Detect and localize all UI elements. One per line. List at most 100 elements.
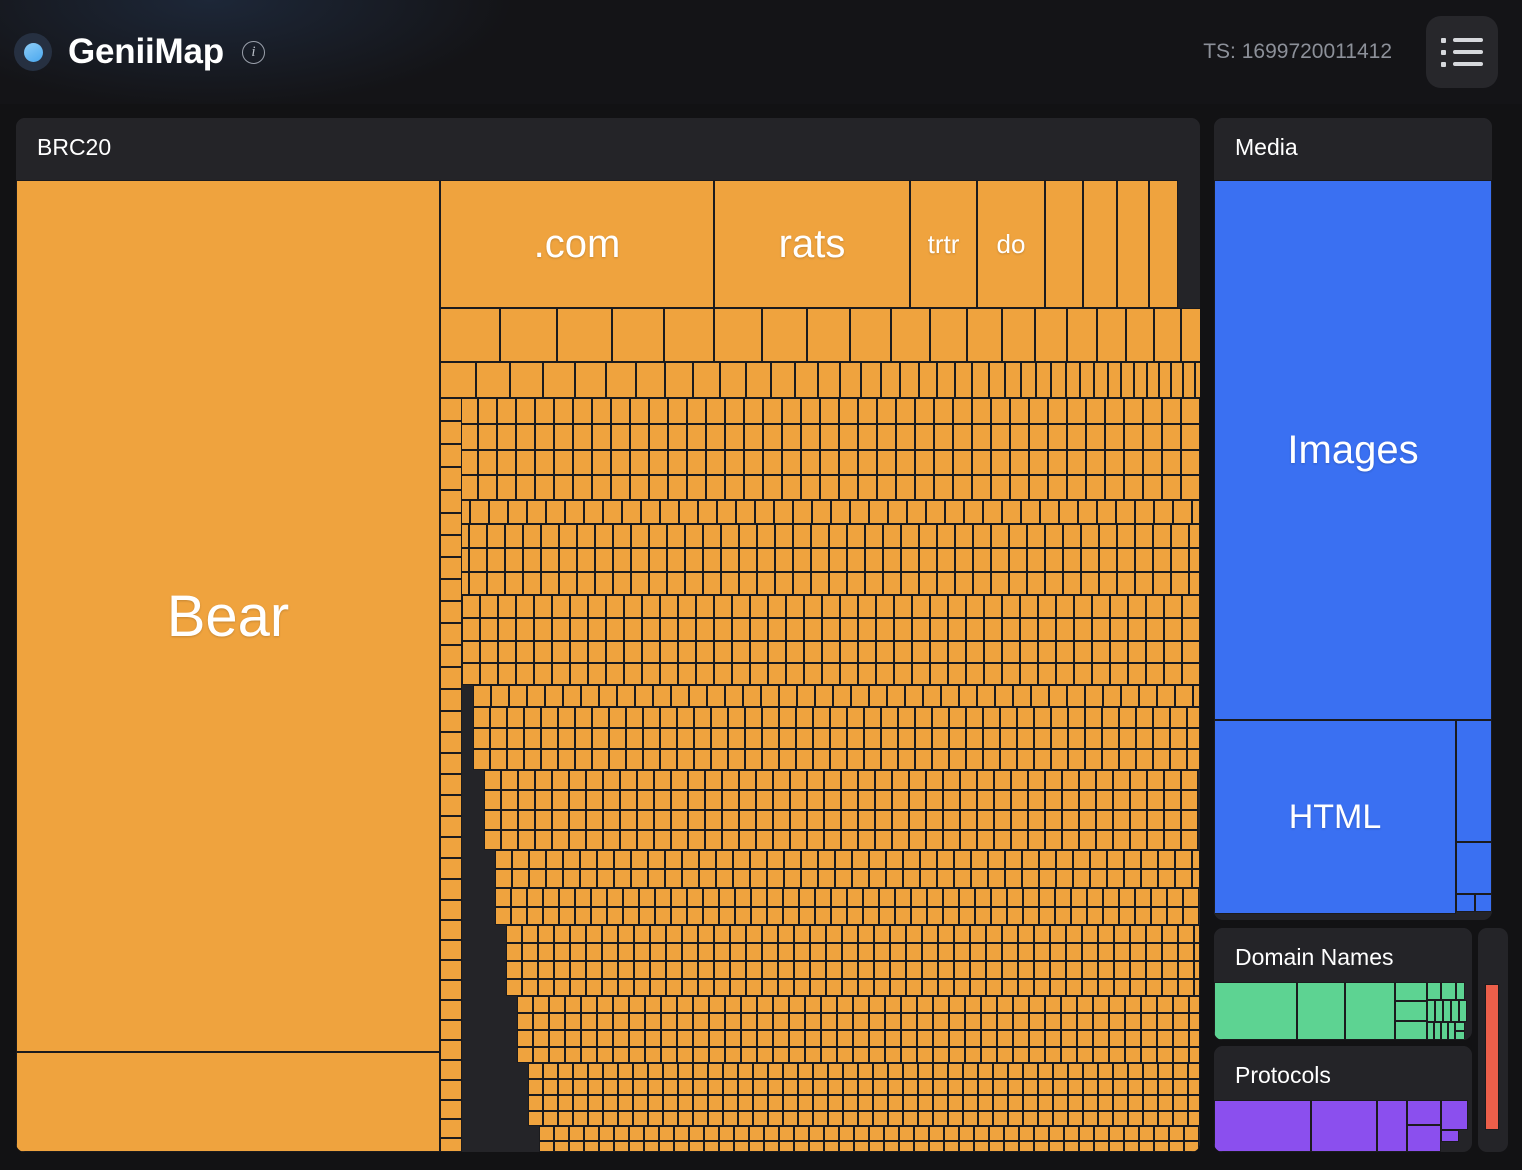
treemap-tile[interactable]: [953, 450, 972, 475]
treemap-tile[interactable]: [757, 1047, 773, 1063]
treemap-tile[interactable]: [807, 810, 824, 830]
treemap-tile[interactable]: [978, 1079, 993, 1095]
treemap-tile[interactable]: [877, 398, 896, 424]
treemap-tile[interactable]: [1214, 982, 1297, 1040]
treemap-brc20[interactable]: Bear.comratstrtrdo: [16, 180, 1200, 1152]
treemap-tile[interactable]: [763, 424, 782, 450]
treemap-tile[interactable]: [773, 1047, 789, 1063]
treemap-tile[interactable]: [668, 424, 687, 450]
treemap-tile[interactable]: [721, 548, 739, 572]
treemap-tile[interactable]: [1090, 869, 1107, 888]
treemap-tile[interactable]: [641, 500, 660, 524]
treemap-tile[interactable]: [750, 595, 768, 618]
treemap-tile[interactable]: [912, 663, 930, 685]
treemap-tile[interactable]: [869, 1030, 885, 1047]
treemap-tile[interactable]: [678, 1079, 693, 1095]
treemap-tile[interactable]: [949, 1030, 965, 1047]
treemap-tile[interactable]: [487, 548, 505, 572]
treemap-tile[interactable]: [915, 749, 932, 770]
treemap-tile[interactable]: [1171, 548, 1189, 572]
treemap-tile[interactable]: [837, 1047, 853, 1063]
treemap-tile[interactable]: [915, 398, 934, 424]
treemap-tile[interactable]: [1080, 362, 1094, 398]
treemap-tile[interactable]: [1178, 979, 1194, 996]
treemap-tile[interactable]: [614, 1141, 629, 1152]
treemap-tile[interactable]: [517, 1013, 533, 1030]
treemap-tile[interactable]: [991, 450, 1010, 475]
treemap-tile[interactable]: [885, 1030, 901, 1047]
treemap-tile[interactable]: [1151, 907, 1167, 925]
treemap-tile[interactable]: [588, 641, 606, 663]
treemap-tile[interactable]: [1013, 996, 1029, 1013]
treemap-tile[interactable]: [1085, 707, 1102, 728]
treemap-tile[interactable]: [586, 770, 603, 790]
treemap-tile[interactable]: [620, 770, 637, 790]
treemap-tile[interactable]: [997, 1030, 1013, 1047]
treemap-tile[interactable]: [611, 450, 630, 475]
treemap-tile[interactable]: [773, 830, 790, 850]
treemap-tile[interactable]: [1093, 996, 1109, 1013]
treemap-tile[interactable]: [1028, 810, 1045, 830]
treemap-tile[interactable]: [919, 572, 937, 595]
treemap-tile[interactable]: [570, 663, 588, 685]
treemap-tile[interactable]: [920, 869, 937, 888]
treemap-tile[interactable]: [744, 475, 763, 500]
treemap-tile[interactable]: [1162, 943, 1178, 961]
treemap-tile[interactable]: [824, 810, 841, 830]
treemap-tile[interactable]: [953, 475, 972, 500]
treemap-tile[interactable]: [678, 1095, 693, 1111]
treemap-tile[interactable]: [1081, 572, 1099, 595]
treemap-tile[interactable]: [1141, 1047, 1157, 1063]
treemap-tile[interactable]: [698, 961, 714, 979]
treemap-tile[interactable]: [1079, 1126, 1094, 1141]
treemap-tile[interactable]: [624, 641, 642, 663]
treemap-tile[interactable]: [1154, 1141, 1169, 1152]
treemap-tile[interactable]: [1067, 398, 1086, 424]
treemap-tile[interactable]: [1189, 524, 1200, 548]
treemap-tile[interactable]: [937, 362, 955, 398]
treemap-tile[interactable]: [643, 728, 660, 749]
treemap-tile[interactable]: [1113, 830, 1130, 850]
treemap-tile[interactable]: [989, 1141, 1004, 1152]
treemap-tile[interactable]: [822, 618, 840, 641]
treemap-tile[interactable]: [677, 1047, 693, 1063]
treemap-tile[interactable]: [861, 362, 881, 398]
treemap-tile[interactable]: [1066, 979, 1082, 996]
treemap-tile[interactable]: [581, 996, 597, 1013]
treemap-tile[interactable]: [1451, 1000, 1459, 1022]
treemap-tile[interactable]: [633, 1111, 648, 1126]
treemap-tile[interactable]: [655, 907, 671, 925]
treemap-tile[interactable]: [613, 1047, 629, 1063]
treemap-tile[interactable]: [554, 424, 573, 450]
treemap-tile[interactable]: [1147, 810, 1164, 830]
treemap-tile[interactable]: [534, 663, 552, 685]
treemap-tile[interactable]: [16, 1052, 440, 1152]
treemap-tile[interactable]: [645, 996, 661, 1013]
treemap-tile[interactable]: [1020, 595, 1038, 618]
treemap-tile[interactable]: [552, 595, 570, 618]
treemap-tile[interactable]: [558, 1063, 573, 1079]
treemap-tile[interactable]: [1107, 869, 1124, 888]
treemap-tile[interactable]: [756, 810, 773, 830]
treemap-tile[interactable]: [649, 450, 668, 475]
treemap-tile[interactable]: [722, 770, 739, 790]
treemap-tile[interactable]: [527, 500, 546, 524]
treemap-tile[interactable]: [912, 618, 930, 641]
treemap-tile[interactable]: [667, 572, 685, 595]
treemap-tile[interactable]: [991, 475, 1010, 500]
treemap-tile[interactable]: [1130, 810, 1147, 830]
treemap-tile[interactable]: [885, 1013, 901, 1030]
treemap-tile[interactable]: [655, 888, 671, 907]
treemap-tile[interactable]: [938, 979, 954, 996]
treemap-tile[interactable]: [993, 1095, 1008, 1111]
treemap-tile[interactable]: [1113, 1063, 1128, 1079]
treemap-tile[interactable]: [497, 398, 516, 424]
treemap-tile[interactable]: [528, 1079, 543, 1095]
treemap-tile[interactable]: [529, 850, 546, 869]
treemap-tile[interactable]: [462, 641, 480, 663]
treemap-tile[interactable]: [588, 1095, 603, 1111]
treemap-tile[interactable]: [821, 1047, 837, 1063]
treemap-tile[interactable]: [1187, 707, 1200, 728]
treemap-tile[interactable]: [930, 595, 948, 618]
treemap-tile[interactable]: [761, 685, 779, 707]
